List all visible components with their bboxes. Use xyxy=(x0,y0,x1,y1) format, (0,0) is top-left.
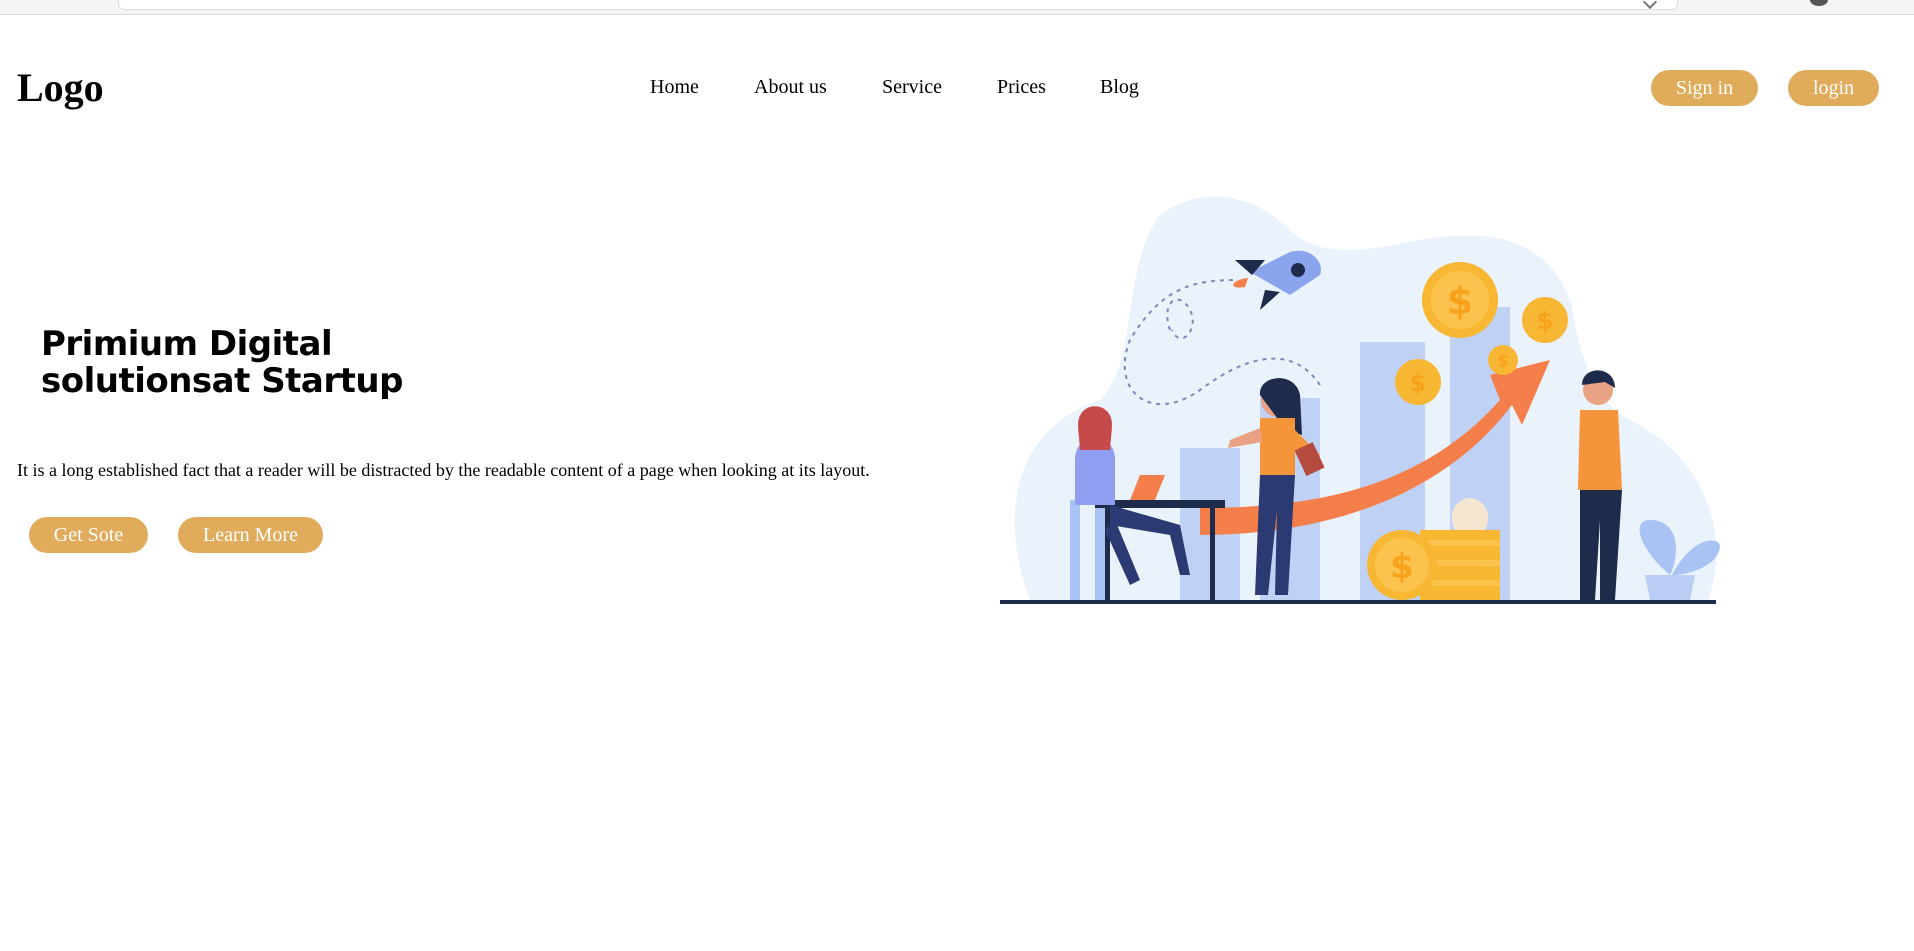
nav-service[interactable]: Service xyxy=(882,76,942,99)
profile-avatar[interactable] xyxy=(1810,0,1828,6)
address-bar[interactable] xyxy=(118,0,1678,10)
learn-more-button[interactable]: Learn More xyxy=(178,517,323,553)
sign-in-button[interactable]: Sign in xyxy=(1651,70,1758,106)
hero-illustration: $ $ $ $ $ xyxy=(1000,196,1720,604)
nav-home[interactable]: Home xyxy=(650,76,699,99)
nav-blog[interactable]: Blog xyxy=(1100,76,1139,99)
logo[interactable]: Logo xyxy=(17,64,104,112)
ground-line xyxy=(1000,600,1716,604)
coin-icon: $ xyxy=(1488,345,1518,375)
svg-text:$: $ xyxy=(1497,351,1508,370)
hero-title: Primium Digital solutionsat Startup xyxy=(41,326,641,400)
svg-text:$: $ xyxy=(1410,369,1427,397)
browser-chrome xyxy=(0,0,1914,15)
coin-icon: $ xyxy=(1395,359,1441,405)
nav-prices[interactable]: Prices xyxy=(997,76,1046,99)
chevron-down-icon[interactable] xyxy=(1642,0,1658,10)
login-button[interactable]: login xyxy=(1788,70,1879,106)
hero-title-line-1: Primium Digital xyxy=(41,324,333,364)
get-sote-button[interactable]: Get Sote xyxy=(29,517,148,553)
coin-icon: $ xyxy=(1367,530,1437,600)
nav-about[interactable]: About us xyxy=(754,76,827,99)
hero-description: It is a long established fact that a rea… xyxy=(17,460,870,480)
svg-text:$: $ xyxy=(1447,279,1473,323)
svg-text:$: $ xyxy=(1537,307,1554,335)
hero-title-line-2: solutionsat Startup xyxy=(41,361,403,401)
svg-text:$: $ xyxy=(1390,547,1414,587)
coin-icon: $ xyxy=(1422,262,1498,338)
coin-icon: $ xyxy=(1522,297,1568,343)
